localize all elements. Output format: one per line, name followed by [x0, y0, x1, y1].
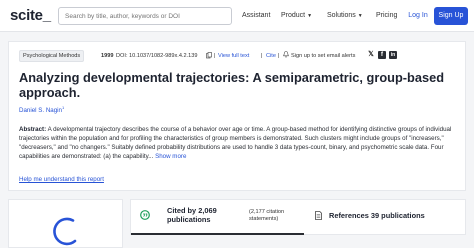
chevron-down-icon: ▼	[307, 13, 313, 19]
chevron-down-icon: ▼	[357, 13, 363, 19]
author-link[interactable]: Daniel S. Nagin1	[19, 105, 64, 114]
view-full-text-link[interactable]: View full text	[218, 53, 249, 59]
nav-product[interactable]: Product ▼	[281, 12, 312, 19]
year: 1999	[101, 53, 114, 59]
nav-solutions-label: Solutions	[327, 12, 356, 19]
facebook-icon[interactable]: f	[378, 51, 386, 59]
paper-title: Analyzing developmental trajectories: A …	[19, 70, 445, 100]
doi: DOI: 10.1037/1082-989x.4.2.139	[116, 53, 198, 59]
email-alerts-link[interactable]: Sign up to set email alerts	[291, 53, 355, 59]
abstract: Abstract: A developmental trajectory des…	[19, 125, 459, 161]
references-label: References 39 publications	[329, 211, 425, 220]
document-icon	[315, 211, 322, 220]
search-input[interactable]	[58, 7, 232, 25]
top-navbar: scite_ Assistant Product▼ Solutions▼ Pri…	[0, 0, 474, 32]
copy-icon[interactable]	[206, 52, 212, 59]
scite-logo[interactable]: scite_	[10, 7, 51, 24]
nav-assistant[interactable]: Assistant	[242, 12, 270, 19]
cite-link[interactable]: Cite	[266, 53, 276, 59]
citation-tabs: Cited by 2,069 publications (2,177 citat…	[130, 199, 466, 235]
loading-panel	[8, 199, 123, 248]
help-link[interactable]: Help me understand this report	[19, 176, 104, 183]
tab-references[interactable]: References 39 publications	[305, 200, 465, 234]
abstract-label: Abstract:	[19, 126, 47, 133]
nav-pricing[interactable]: Pricing	[376, 12, 397, 19]
signup-button[interactable]: Sign Up	[434, 7, 468, 25]
nav-product-label: Product	[281, 12, 306, 19]
active-tab-indicator	[131, 233, 304, 235]
paper-card: Psychological Methods 1999 DOI: 10.1037/…	[8, 41, 466, 191]
cited-by-label: Cited by 2,069 publications	[167, 206, 217, 224]
citation-statements-count: (2,177 citation statements)	[249, 209, 285, 222]
login-button[interactable]: Log In	[405, 7, 431, 25]
show-more-link[interactable]: Show more	[155, 153, 186, 160]
linkedin-icon[interactable]: in	[389, 51, 397, 59]
bell-icon[interactable]	[283, 51, 289, 58]
loading-spinner-icon	[53, 217, 77, 246]
citation-quote-icon	[140, 210, 150, 220]
author-affiliation-mark: 1	[62, 105, 65, 110]
tab-cited-by[interactable]: Cited by 2,069 publications (2,177 citat…	[131, 200, 304, 235]
twitter-icon[interactable]: 𝕏	[367, 51, 375, 59]
abstract-text: A developmental trajectory describes the…	[19, 126, 452, 160]
nav-solutions[interactable]: Solutions ▼	[327, 12, 363, 19]
journal-badge[interactable]: Psychological Methods	[19, 50, 85, 62]
author-name: Daniel S. Nagin	[19, 107, 62, 115]
